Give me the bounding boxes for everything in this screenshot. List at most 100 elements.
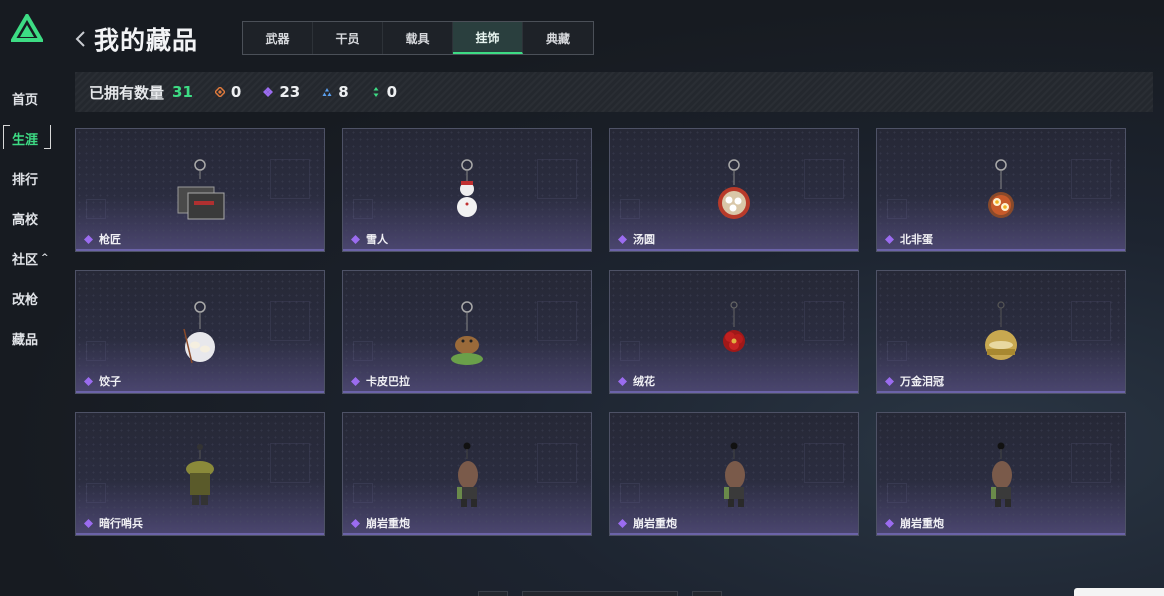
card-name-text: 饺子 bbox=[99, 375, 121, 388]
orange-diamond-icon bbox=[214, 87, 225, 97]
chevron-left-icon[interactable] bbox=[74, 29, 88, 49]
collection-card[interactable]: 崩岩重炮 bbox=[876, 412, 1126, 536]
sidebar: 首页 生涯 排行 高校 社区 ^ 改枪 藏品 bbox=[0, 0, 56, 596]
sidebar-nav: 首页 生涯 排行 高校 社区 ^ 改枪 藏品 bbox=[0, 78, 56, 358]
card-decor bbox=[887, 341, 907, 361]
stat-purple: 23 bbox=[263, 83, 300, 101]
card-name-text: 雪人 bbox=[366, 233, 388, 246]
card-decor bbox=[620, 199, 640, 219]
purple-diamond-icon bbox=[263, 87, 274, 97]
flower-charm-icon bbox=[723, 301, 745, 352]
triangle-logo-icon[interactable] bbox=[11, 14, 43, 42]
purple-diamond-icon bbox=[618, 376, 627, 386]
collection-card[interactable]: 汤圆 bbox=[609, 128, 859, 252]
card-name-text: 万金泪冠 bbox=[900, 375, 944, 388]
sidebar-item-label: 首页 bbox=[12, 92, 39, 108]
pagination-next-button[interactable] bbox=[692, 591, 722, 596]
tab-collection[interactable]: 典藏 bbox=[523, 22, 593, 54]
card-decor bbox=[353, 341, 373, 361]
card-name-text: 崩岩重炮 bbox=[900, 517, 944, 530]
collection-card[interactable]: 暗行哨兵 bbox=[75, 412, 325, 536]
figure-charm-icon bbox=[724, 442, 745, 507]
collection-card[interactable]: 万金泪冠 bbox=[876, 270, 1126, 394]
card-decor bbox=[804, 159, 844, 199]
collection-card[interactable]: 饺子 bbox=[75, 270, 325, 394]
card-decor bbox=[353, 199, 373, 219]
collection-card[interactable]: 雪人 bbox=[342, 128, 592, 252]
stat-value: 0 bbox=[386, 83, 398, 101]
stat-green: 0 bbox=[371, 83, 397, 101]
card-name: 饺子 bbox=[84, 373, 121, 389]
caret-up-icon: ^ bbox=[41, 253, 49, 263]
tab-operators[interactable]: 干员 bbox=[313, 22, 383, 54]
stat-value: 23 bbox=[279, 83, 301, 101]
purple-diamond-icon bbox=[84, 376, 93, 386]
bowl-charm-icon bbox=[718, 159, 750, 219]
purple-diamond-icon bbox=[351, 234, 360, 244]
sidebar-item-collection[interactable]: 藏品 bbox=[0, 318, 56, 358]
sidebar-item-ranking[interactable]: 排行 bbox=[0, 158, 56, 198]
page-header: 我的藏品 bbox=[74, 20, 198, 58]
collection-card[interactable]: 崩岩重炮 bbox=[609, 412, 859, 536]
purple-diamond-icon bbox=[84, 518, 93, 528]
card-decor bbox=[270, 159, 310, 199]
owned-count-label: 已拥有数量 bbox=[89, 83, 165, 102]
capybara-charm-icon bbox=[451, 301, 483, 365]
collection-card[interactable]: 卡皮巴拉 bbox=[342, 270, 592, 394]
card-name-text: 北非蛋 bbox=[900, 233, 933, 246]
card-decor bbox=[1071, 159, 1111, 199]
card-decor bbox=[86, 341, 106, 361]
sidebar-item-label: 高校 bbox=[12, 212, 39, 228]
collection-card[interactable]: 崩岩重炮 bbox=[342, 412, 592, 536]
card-name: 北非蛋 bbox=[885, 231, 933, 247]
purple-diamond-icon bbox=[885, 518, 894, 528]
card-name: 枪匠 bbox=[84, 231, 121, 247]
crown-charm-icon bbox=[985, 301, 1017, 360]
sidebar-item-gunsmith[interactable]: 改枪 bbox=[0, 278, 56, 318]
card-name: 卡皮巴拉 bbox=[351, 373, 410, 389]
active-bracket bbox=[3, 125, 51, 149]
card-name-text: 崩岩重炮 bbox=[633, 517, 677, 530]
owned-count-total: 31 bbox=[172, 83, 193, 101]
card-name: 万金泪冠 bbox=[885, 373, 944, 389]
card-decor bbox=[887, 199, 907, 219]
card-name: 绒花 bbox=[618, 373, 655, 389]
card-decor bbox=[270, 301, 310, 341]
collection-card[interactable]: 枪匠 bbox=[75, 128, 325, 252]
card-name-text: 汤圆 bbox=[633, 233, 655, 246]
card-decor bbox=[353, 483, 373, 503]
card-name: 汤圆 bbox=[618, 231, 655, 247]
card-decor bbox=[537, 443, 577, 483]
tab-charms[interactable]: 挂饰 bbox=[453, 22, 523, 54]
sidebar-item-home[interactable]: 首页 bbox=[0, 78, 56, 118]
card-decor bbox=[804, 301, 844, 341]
stat-value: 8 bbox=[338, 83, 349, 101]
collection-grid: 枪匠 雪人 汤圆 北非蛋 饺子 卡皮巴拉 绒花 万金泪冠 暗行哨兵 崩岩重炮 崩… bbox=[75, 128, 1126, 536]
collection-card[interactable]: 北非蛋 bbox=[876, 128, 1126, 252]
purple-diamond-icon bbox=[84, 234, 93, 244]
dumpling-charm-icon bbox=[183, 301, 215, 364]
sidebar-item-career[interactable]: 生涯 bbox=[0, 118, 56, 158]
pagination-prev-button[interactable] bbox=[478, 591, 508, 596]
card-decor bbox=[537, 301, 577, 341]
sidebar-item-college[interactable]: 高校 bbox=[0, 198, 56, 238]
sidebar-item-community[interactable]: 社区 ^ bbox=[0, 238, 56, 278]
pagination-bar[interactable] bbox=[522, 591, 678, 596]
collection-card[interactable]: 绒花 bbox=[609, 270, 859, 394]
sidebar-item-label: 改枪 bbox=[12, 292, 39, 308]
snowman-charm-icon bbox=[457, 159, 477, 217]
sidebar-item-label: 藏品 bbox=[12, 332, 39, 348]
card-decor bbox=[270, 443, 310, 483]
card-name-text: 卡皮巴拉 bbox=[366, 375, 410, 388]
page-title: 我的藏品 bbox=[94, 26, 199, 55]
sidebar-item-label: 社区 bbox=[12, 252, 39, 268]
card-name: 雪人 bbox=[351, 231, 388, 247]
card-name: 崩岩重炮 bbox=[351, 515, 410, 531]
tab-weapons[interactable]: 武器 bbox=[243, 22, 313, 54]
card-decor bbox=[86, 483, 106, 503]
toolbox-charm-icon bbox=[177, 159, 225, 220]
card-decor bbox=[1071, 301, 1111, 341]
sidebar-item-label: 排行 bbox=[12, 172, 39, 188]
tab-vehicles[interactable]: 载具 bbox=[383, 22, 453, 54]
category-tabs: 武器 干员 载具 挂饰 典藏 bbox=[242, 21, 594, 55]
